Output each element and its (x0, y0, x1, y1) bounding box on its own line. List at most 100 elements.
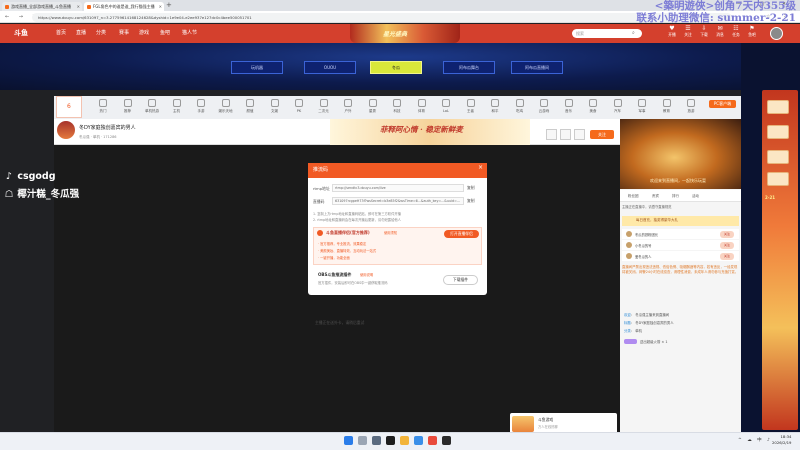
category-icon (393, 99, 401, 107)
app-icon[interactable] (428, 436, 437, 445)
hero-tab-5[interactable]: 阿布瓜直播间 (511, 61, 563, 74)
app-icon[interactable] (442, 436, 451, 445)
copy-rtmp-button[interactable]: 复制 (467, 185, 475, 191)
rank-follow-button[interactable]: 关注 (720, 241, 734, 249)
rank-row[interactable]: 小冬瓜的号 关注 (622, 240, 739, 250)
browser-tab[interactable]: 游戏直播_全部游戏直播_斗鱼直播 ✕ (2, 2, 82, 11)
side-event-icon[interactable] (767, 172, 789, 186)
tab-close-icon[interactable]: ✕ (77, 2, 80, 11)
close-icon[interactable]: × (478, 164, 483, 171)
side-activity-icon[interactable] (767, 100, 789, 114)
user-avatar[interactable] (770, 27, 783, 40)
category-item[interactable]: 体育 (411, 99, 433, 114)
companion-title: 斗鱼直播伴侣(官方推荐) (326, 230, 370, 235)
header-icon-follow[interactable]: ☰ 关注 (680, 26, 696, 38)
download-plugin-button[interactable]: 下载插件 (443, 275, 478, 285)
tab-activity[interactable]: 活动 (692, 194, 699, 199)
category-item[interactable]: 推荐 (117, 99, 139, 114)
taskview-icon[interactable] (372, 436, 381, 445)
search-taskbar-icon[interactable] (358, 436, 367, 445)
browser-tab-active[interactable]: FGL角色中的谁是谁_我行猫强主播 ✕ (84, 2, 164, 11)
companion-feature-2: · 美颜美妆、直播特效、互动玩法一站式 (318, 249, 377, 253)
menu-festival[interactable]: 猫人节 (182, 24, 197, 43)
side-poster[interactable] (762, 90, 798, 430)
category-item[interactable]: 星秀 (362, 99, 384, 114)
site-logo[interactable]: 斗鱼 (14, 28, 34, 38)
start-icon[interactable] (344, 436, 353, 445)
menu-fishbar[interactable]: 鱼吧 (160, 24, 170, 43)
category-item[interactable]: 汽车 (607, 99, 629, 114)
companion-tag[interactable]: 使用须知 (384, 230, 397, 235)
url-input[interactable]: https://www.douyu.com/631097_n=3.2775961… (32, 12, 732, 22)
system-tray[interactable]: ^ ☁ 中 ♪ (738, 437, 772, 443)
category-item[interactable]: 娱乐天地 (215, 99, 237, 114)
category-item[interactable]: 热门 (92, 99, 114, 114)
rank-row[interactable]: 爱冬瓜的人 关注 (622, 251, 739, 261)
hero-tab-active[interactable]: 冬瓜 (370, 61, 422, 74)
category-item[interactable]: 科技 (386, 99, 408, 114)
room-subtitle[interactable]: 冬瓜强 · 单机 · 171286 (79, 135, 117, 140)
category-item[interactable]: 教育 (656, 99, 678, 114)
rank-follow-button[interactable]: 关注 (720, 252, 734, 260)
tab-close-icon[interactable]: ✕ (159, 2, 162, 11)
category-item[interactable]: 颜值 (239, 99, 261, 114)
category-item[interactable]: LoL (435, 99, 457, 113)
copy-key-button[interactable]: 复制 (467, 198, 475, 204)
fullscreen-icon[interactable] (574, 129, 585, 140)
header-icon-bar[interactable]: ⚑ 鱼吧 (744, 26, 760, 38)
hero-tab-1[interactable]: 玩机器 (231, 61, 283, 74)
side-lottery-icon[interactable] (767, 150, 789, 164)
explorer-icon[interactable] (400, 436, 409, 445)
header-icon-message[interactable]: ✉ 消息 (712, 26, 728, 38)
category-item[interactable]: 主机 (166, 99, 188, 114)
category-item[interactable]: 文娱 (264, 99, 286, 114)
follow-button[interactable]: 关注 (590, 130, 614, 139)
pc-client-button[interactable]: PC客户端 (709, 100, 736, 108)
tab-rank[interactable]: 排行 (672, 194, 679, 199)
category-item[interactable]: 户外 (337, 99, 359, 114)
category-item[interactable]: 旅游 (680, 99, 702, 114)
menu-game[interactable]: 游戏 (139, 24, 149, 43)
category-item[interactable]: 和平 (484, 99, 506, 114)
menu-category[interactable]: 分类 (96, 24, 106, 43)
new-tab-button[interactable]: + (166, 1, 172, 9)
app-icon[interactable] (386, 436, 395, 445)
header-icon-download[interactable]: ⇩ 下载 (696, 26, 712, 38)
category-item[interactable]: 王者 (460, 99, 482, 114)
menu-home[interactable]: 首页 (56, 24, 66, 43)
hero-tab-2[interactable]: OUOU (304, 61, 356, 74)
menu-live[interactable]: 直播 (76, 24, 86, 43)
promo-title: 斗鱼游戏 (538, 417, 554, 422)
stream-key-field[interactable]: 631097rcgpeH73f?wsSecret=b3e85f2&wsTime=… (332, 197, 464, 205)
streamer-avatar[interactable] (57, 121, 75, 139)
obs-plugin-tag[interactable]: 使用说明 (360, 272, 373, 277)
taskbar-clock[interactable]: 18:34 2026/2/19 (772, 434, 791, 446)
category-item[interactable]: 手游 (190, 99, 212, 114)
edge-icon[interactable] (414, 436, 423, 445)
category-item[interactable]: 单机热游 (141, 99, 163, 114)
category-counter[interactable]: 6 (56, 96, 82, 118)
header-icon-task[interactable]: ☷ 任务 (728, 26, 744, 38)
side-gift-icon[interactable] (767, 125, 789, 139)
tab-vip[interactable]: 贵宾 (652, 194, 659, 199)
menu-match[interactable]: 赛事 (119, 24, 129, 43)
rank-row[interactable]: 冬瓜的铁粉团长 关注 (622, 229, 739, 239)
search-icon[interactable]: ⌕ (632, 29, 635, 38)
header-icon-stream[interactable]: ♥ 开播 (664, 26, 680, 38)
open-companion-button[interactable]: 打开直播伴侣 (444, 230, 479, 238)
report-icon[interactable] (560, 129, 571, 140)
category-item[interactable]: 云游戏 (533, 99, 555, 114)
share-icon[interactable] (546, 129, 557, 140)
rank-follow-button[interactable]: 关注 (720, 230, 734, 238)
category-item[interactable]: 二次元 (313, 99, 335, 114)
category-item[interactable]: 音乐 (558, 99, 580, 114)
category-item[interactable]: 吃鸡 (509, 99, 531, 114)
category-icon (491, 99, 499, 107)
category-item[interactable]: PK (288, 99, 310, 113)
tab-fans[interactable]: 粉丝团 (628, 194, 639, 199)
rtmp-field[interactable]: rtmp://sendtc3.douyu.com/live (332, 184, 464, 192)
category-item[interactable]: 美食 (582, 99, 604, 114)
hero-tab-4[interactable]: 阿布瓜舞台 (443, 61, 495, 74)
tab-favicon-icon (5, 4, 9, 9)
category-item[interactable]: 军事 (631, 99, 653, 114)
